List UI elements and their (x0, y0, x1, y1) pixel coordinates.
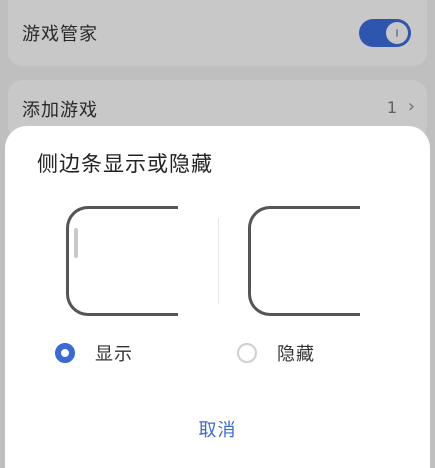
preview-divider (218, 218, 219, 304)
dialog-title: 侧边条显示或隐藏 (37, 152, 213, 176)
option-hide-label: 隐藏 (277, 344, 315, 365)
hide-preview-image[interactable] (248, 206, 360, 316)
sidebar-handle-icon (74, 228, 78, 258)
option-show[interactable]: 显示 (55, 338, 133, 368)
option-hide[interactable]: 隐藏 (237, 338, 315, 368)
radio-unchecked-icon[interactable] (237, 343, 257, 363)
radio-checked-icon[interactable] (55, 343, 75, 363)
sidebar-visibility-dialog: 侧边条显示或隐藏 显示 隐藏 取消 (5, 126, 430, 468)
phone-frame-icon (66, 206, 178, 316)
show-preview-image[interactable] (66, 206, 178, 316)
option-show-label: 显示 (95, 344, 133, 365)
cancel-button[interactable]: 取消 (5, 412, 430, 446)
phone-frame-icon (248, 206, 360, 316)
